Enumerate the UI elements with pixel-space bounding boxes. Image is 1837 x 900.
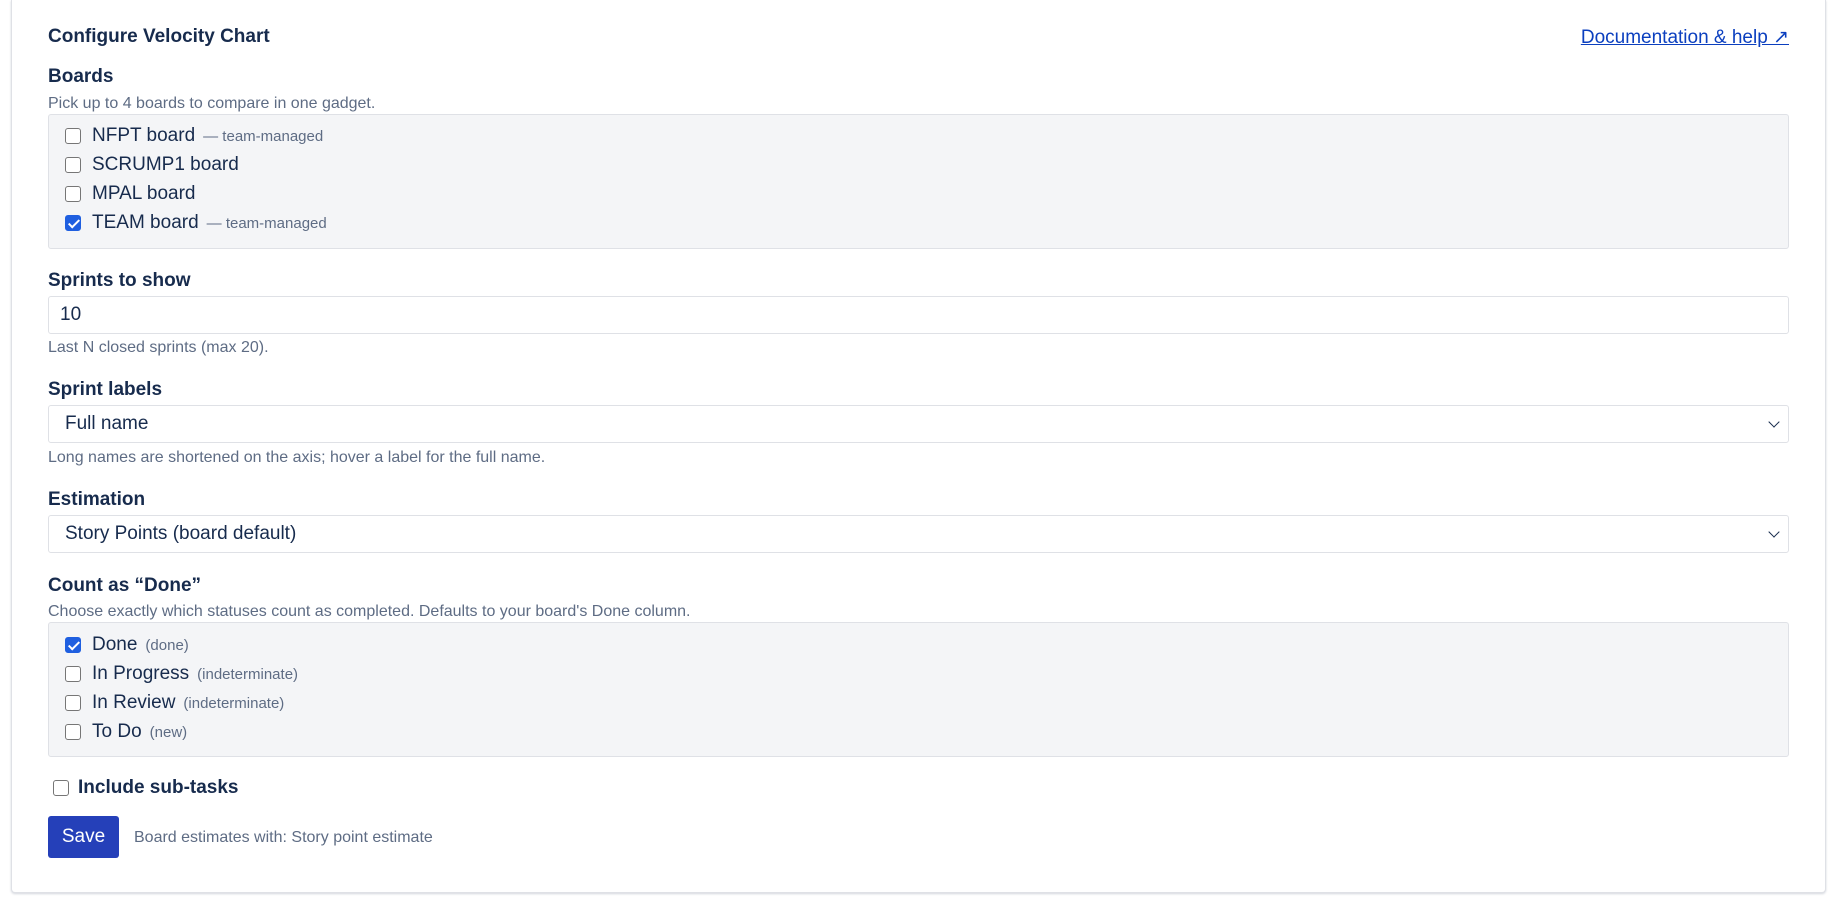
board-label-mpal: MPAL board (92, 183, 196, 204)
status-label-to-do: To Do (92, 721, 142, 742)
board-label-scrump1: SCRUMP1 board (92, 154, 239, 175)
sprints-hint: Last N closed sprints (max 20). (48, 339, 269, 356)
chevron-down-icon (1768, 416, 1780, 428)
board-label-team: TEAM board (92, 212, 199, 233)
sprint-labels-value: Full name (65, 413, 149, 434)
estimation-value: Story Points (board default) (65, 523, 297, 544)
sprint-labels-select[interactable]: Full name (48, 405, 1789, 443)
board-checkbox-team[interactable] (65, 215, 81, 231)
status-option-in-review[interactable]: In Review (indeterminate) (65, 690, 284, 716)
board-checkbox-nfpt[interactable] (65, 128, 81, 144)
done-hint: Choose exactly which statuses count as c… (48, 603, 691, 620)
board-meta-team: — team-managed (206, 214, 327, 232)
sprints-label: Sprints to show (48, 270, 191, 291)
page-title: Configure Velocity Chart (48, 26, 270, 47)
documentation-link[interactable]: Documentation & help ↗ (1581, 26, 1789, 49)
status-meta-to-do: (new) (149, 723, 188, 741)
chevron-down-icon (1768, 526, 1780, 538)
board-option-nfpt[interactable]: NFPT board — team-managed (65, 123, 323, 149)
status-option-to-do[interactable]: To Do (new) (65, 719, 187, 745)
include-subtasks-checkbox[interactable] (53, 780, 69, 796)
status-meta-in-progress: (indeterminate) (197, 665, 299, 683)
done-label: Count as “Done” (48, 575, 202, 596)
status-checkbox-in-review[interactable] (65, 695, 81, 711)
board-estimate-note: Board estimates with: Story point estima… (134, 829, 433, 846)
status-label-in-progress: In Progress (92, 663, 190, 684)
status-meta-done: (done) (145, 636, 189, 654)
sprints-input[interactable]: 10 (48, 296, 1789, 334)
board-label-nfpt: NFPT board (92, 125, 196, 146)
board-meta-nfpt: — team-managed (203, 127, 324, 145)
status-checkbox-to-do[interactable] (65, 724, 81, 740)
sprint-labels-hint: Long names are shortened on the axis; ho… (48, 449, 546, 466)
save-button[interactable]: Save (48, 816, 119, 858)
done-status-list: Done (done) In Progress (indeterminate) … (48, 622, 1789, 757)
status-checkbox-done[interactable] (65, 637, 81, 653)
status-checkbox-in-progress[interactable] (65, 666, 81, 682)
status-label-in-review: In Review (92, 692, 176, 713)
config-panel: Configure Velocity Chart Documentation &… (11, 0, 1826, 893)
status-label-done: Done (92, 634, 138, 655)
include-subtasks-option[interactable]: Include sub-tasks (53, 777, 239, 799)
boards-label: Boards (48, 66, 114, 87)
estimation-label: Estimation (48, 489, 146, 510)
board-checkbox-scrump1[interactable] (65, 157, 81, 173)
sprint-labels-label: Sprint labels (48, 379, 163, 400)
status-option-done[interactable]: Done (done) (65, 632, 189, 658)
boards-hint: Pick up to 4 boards to compare in one ga… (48, 95, 376, 112)
estimation-select[interactable]: Story Points (board default) (48, 515, 1789, 553)
board-checkbox-mpal[interactable] (65, 186, 81, 202)
include-subtasks-label: Include sub-tasks (78, 777, 239, 798)
status-option-in-progress[interactable]: In Progress (indeterminate) (65, 661, 298, 687)
board-option-mpal[interactable]: MPAL board (65, 181, 196, 207)
board-option-team[interactable]: TEAM board — team-managed (65, 210, 327, 236)
boards-list: NFPT board — team-managed SCRUMP1 board … (48, 114, 1789, 249)
status-meta-in-review: (indeterminate) (183, 694, 285, 712)
board-option-scrump1[interactable]: SCRUMP1 board (65, 152, 239, 178)
